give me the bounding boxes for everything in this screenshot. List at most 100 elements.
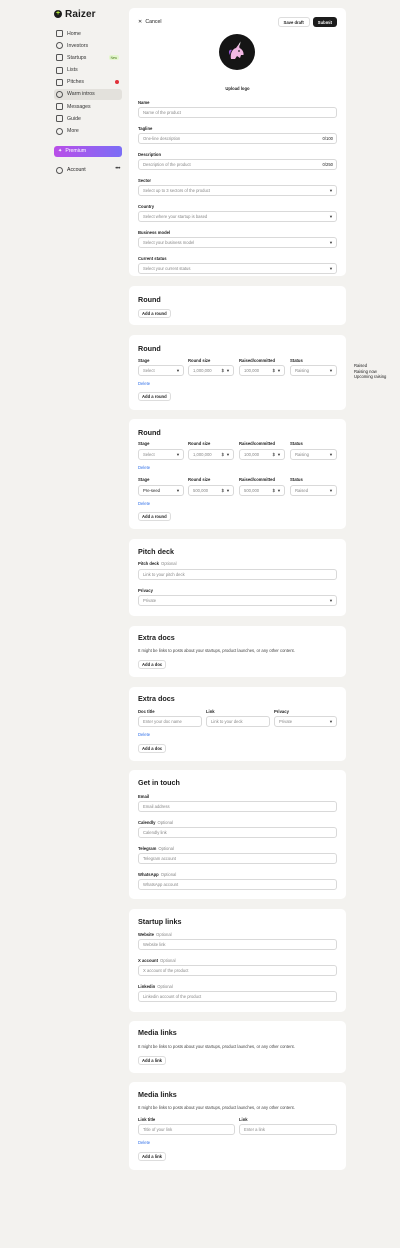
raised-input[interactable]: 500,000 $ ▼: [239, 485, 285, 496]
upload-logo-link[interactable]: Upload logo: [129, 86, 346, 91]
book-icon: [56, 115, 63, 123]
country-placeholder: Select where your startup is based: [143, 214, 208, 219]
link-input[interactable]: Enter a link: [239, 1124, 337, 1135]
mail-icon: [56, 103, 63, 111]
round-title: Round: [138, 428, 161, 437]
doc-privacy-select[interactable]: Private ▼: [274, 716, 337, 727]
raised-input[interactable]: 100,000 $ ▼: [239, 365, 285, 376]
round-size-value: 1,000,000: [193, 452, 212, 457]
chevron-down-icon: ▼: [329, 368, 333, 373]
whatsapp-field[interactable]: WhatsApp account: [138, 879, 337, 890]
round-size-col-label: Round size: [188, 441, 211, 446]
sidebar-item-warm-intros[interactable]: Warm intros: [54, 88, 122, 100]
chevron-down-icon: ▼: [176, 488, 180, 493]
currency-label: $: [221, 368, 224, 373]
sidebar-item-pitches[interactable]: Pitches: [54, 77, 122, 88]
linkedin-placeholder: Linkedin account of the product: [143, 994, 202, 999]
raised-value: 100,000: [244, 368, 260, 373]
stage-col-label: Stage: [138, 477, 150, 482]
country-select[interactable]: Select where your startup is based ▼: [138, 211, 337, 222]
add-link-button[interactable]: Add a link: [138, 1152, 167, 1161]
x-account-field[interactable]: X account of the product: [138, 965, 337, 976]
premium-label: Premium: [65, 148, 87, 154]
round-title: Round: [138, 295, 161, 304]
add-doc-button[interactable]: Add a doc: [138, 744, 167, 753]
business-model-select[interactable]: Select your business model ▼: [138, 237, 337, 248]
add-round-button[interactable]: Add a round: [138, 309, 171, 318]
rocket-icon: [56, 54, 63, 62]
doc-privacy-label: Privacy: [274, 709, 289, 714]
sector-select[interactable]: Select up to 3 sectors of the product ▼: [138, 185, 337, 196]
tagline-input[interactable]: One-line description 0/100: [138, 133, 337, 144]
delete-round-link[interactable]: Delete: [138, 465, 150, 470]
cancel-button[interactable]: ✕ Cancel: [138, 19, 162, 25]
name-input[interactable]: Name of the product: [138, 107, 337, 118]
more-options-icon[interactable]: •••: [115, 166, 120, 172]
sidebar-item-messages[interactable]: Messages: [54, 101, 122, 112]
brand[interactable]: + Raizer: [54, 8, 122, 20]
media-links-title: Media links: [138, 1028, 177, 1037]
media-links-description: It might be links to posts about your st…: [138, 1044, 295, 1049]
status-option[interactable]: Upcoming raising: [354, 374, 386, 380]
privacy-label: Privacy: [138, 588, 153, 593]
pitch-deck-input[interactable]: Link to your pitch deck: [138, 569, 337, 580]
delete-doc-link[interactable]: Delete: [138, 732, 150, 737]
delete-round-link[interactable]: Delete: [138, 381, 150, 386]
round-size-input[interactable]: 1,000,000 $ ▼: [188, 365, 234, 376]
stage-select[interactable]: Select ▼: [138, 365, 184, 376]
status-select[interactable]: Raising ▼: [290, 365, 337, 376]
product-logo[interactable]: [219, 34, 255, 70]
doc-link-input[interactable]: Link to your deck: [206, 716, 270, 727]
premium-button[interactable]: ✦ Premium: [54, 145, 122, 157]
privacy-select[interactable]: Private ▼: [138, 595, 337, 606]
website-field[interactable]: Website link: [138, 939, 337, 950]
telegram-placeholder: Telegram account: [143, 856, 177, 861]
sidebar-item-label: Investors: [67, 42, 89, 49]
brand-logo-icon: +: [54, 10, 62, 18]
chevron-down-icon: ▼: [329, 240, 333, 245]
stage-col-label: Stage: [138, 441, 150, 446]
delete-link[interactable]: Delete: [138, 1140, 150, 1145]
link-title-input[interactable]: Title of your link: [138, 1124, 235, 1135]
delete-round-link[interactable]: Delete: [138, 501, 150, 506]
add-link-button[interactable]: Add a link: [138, 1056, 167, 1065]
round-size-input[interactable]: 1,000,000 $ ▼: [188, 449, 234, 460]
sidebar-item-investors[interactable]: Investors: [54, 40, 122, 51]
sidebar-item-lists[interactable]: Lists: [54, 65, 122, 76]
sidebar-item-more[interactable]: More: [54, 126, 122, 137]
stage-select[interactable]: Pre-seed ▼: [138, 485, 184, 496]
calendly-field[interactable]: Calendly link: [138, 827, 337, 838]
status-col-label: Status: [290, 441, 303, 446]
description-input[interactable]: Description of the product 0/250: [138, 159, 337, 170]
raised-input[interactable]: 100,000 $ ▼: [239, 449, 285, 460]
extra-docs-description: It might be links to posts about your st…: [138, 648, 295, 653]
status-select[interactable]: Raising ▼: [290, 449, 337, 460]
optional-tag: Optional: [160, 561, 177, 566]
email-field[interactable]: Email address: [138, 801, 337, 812]
account-button[interactable]: Account •••: [54, 166, 122, 174]
stage-select[interactable]: Select ▼: [138, 449, 184, 460]
round-size-input[interactable]: 500,000 $ ▼: [188, 485, 234, 496]
sidebar-item-home[interactable]: Home: [54, 28, 122, 39]
add-round-button[interactable]: Add a round: [138, 512, 171, 521]
status-value: Raising: [295, 368, 309, 373]
doc-title-input[interactable]: Enter your doc name: [138, 716, 202, 727]
status-select[interactable]: Raised ▼: [290, 485, 337, 496]
current-status-select[interactable]: Select your current status ▼: [138, 263, 337, 274]
cancel-label: Cancel: [145, 19, 162, 25]
submit-button[interactable]: Submit: [312, 17, 337, 27]
whatsapp-placeholder: WhatsApp account: [143, 882, 179, 887]
add-doc-button[interactable]: Add a doc: [138, 660, 167, 669]
save-draft-button[interactable]: Save draft: [277, 17, 310, 27]
sidebar-item-startups[interactable]: Startups New: [54, 52, 122, 63]
email-placeholder: Email address: [143, 804, 170, 809]
search-icon: [56, 42, 63, 50]
startup-links-card: Startup links Website Optional Website li…: [129, 909, 346, 1012]
linkedin-field[interactable]: Linkedin account of the product: [138, 991, 337, 1002]
sidebar-item-label: Messages: [67, 103, 91, 110]
round-card-empty: Round Add a round: [129, 286, 346, 325]
add-round-button[interactable]: Add a round: [138, 392, 171, 401]
sidebar-item-guide[interactable]: Guide: [54, 113, 122, 124]
telegram-field[interactable]: Telegram account: [138, 853, 337, 864]
current-status-placeholder: Select your current status: [143, 266, 191, 271]
